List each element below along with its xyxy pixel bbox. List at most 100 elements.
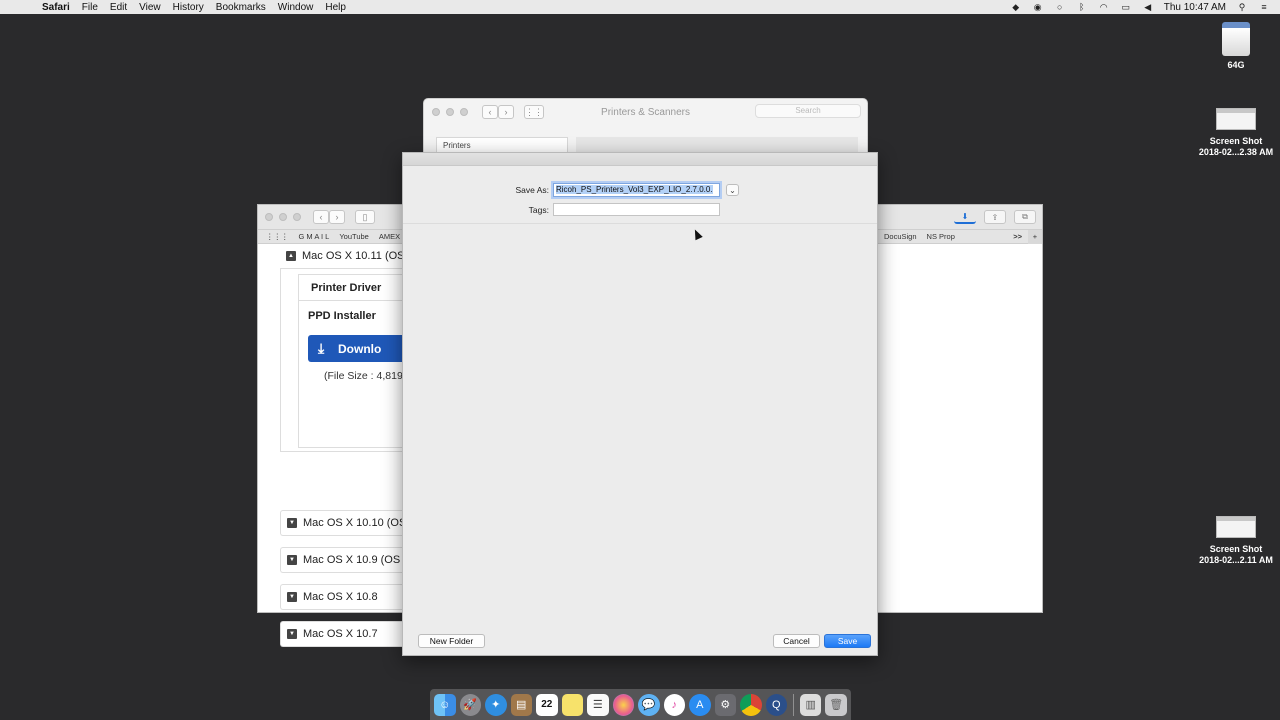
favorite-youtube[interactable]: YouTube (339, 232, 368, 241)
finder-icon[interactable]: ☺ (434, 693, 456, 716)
minimize-window-icon[interactable] (279, 213, 287, 221)
spotlight-icon[interactable]: ⚲ (1236, 2, 1248, 12)
screenshot-2-date: 2018-02...2.11 AM (1199, 555, 1273, 565)
save-as-field[interactable]: Ricoh_PS_Printers_Vol3_EXP_LIO_2.7.0.0. (553, 183, 720, 197)
favorites-overflow-button[interactable]: >> (1013, 232, 1022, 241)
os-row-label: Mac OS X 10.10 (OS (303, 517, 407, 529)
os-row-10-8[interactable]: ▼ Mac OS X 10.8 (280, 584, 420, 610)
sidebar-icon[interactable]: ▯ (355, 210, 375, 224)
quicktime-icon[interactable]: Q (765, 693, 787, 716)
itunes-icon[interactable]: ♪ (663, 693, 685, 716)
menu-history[interactable]: History (167, 2, 210, 13)
launchpad-icon[interactable]: 🚀 (459, 693, 481, 716)
menu-edit[interactable]: Edit (104, 2, 133, 13)
menu-bar: Safari File Edit View History Bookmarks … (0, 0, 1280, 14)
dock-separator (793, 693, 794, 716)
favorites-grid-icon[interactable]: ⋮⋮⋮ (266, 232, 289, 241)
tags-row: Tags: (403, 203, 720, 216)
os-section-header[interactable]: ▲ Mac OS X 10.11 (OS (280, 244, 420, 268)
cancel-button[interactable]: Cancel (773, 634, 820, 648)
circle-icon[interactable]: ○ (1054, 2, 1066, 12)
reminders-icon[interactable]: ☰ (587, 693, 609, 716)
menu-app-name[interactable]: Safari (36, 2, 76, 13)
expand-dialog-button[interactable]: ⌄ (726, 184, 739, 196)
calendar-day: 22 (541, 699, 553, 710)
desktop-disk[interactable]: 64G (1206, 22, 1266, 71)
tags-field[interactable] (553, 203, 720, 216)
close-window-icon[interactable] (265, 213, 273, 221)
record-icon[interactable]: ◉ (1032, 2, 1044, 12)
tabs-overview-icon[interactable]: ⧉ (1014, 210, 1036, 224)
new-tab-plus-icon[interactable]: + (1028, 229, 1042, 244)
download-arrow-icon: ⤓ (318, 340, 325, 356)
downloads-icon[interactable]: ⬇ (954, 210, 976, 224)
trash-icon[interactable]: 🗑 (825, 693, 847, 716)
notification-center-icon[interactable]: ≡ (1258, 2, 1270, 12)
stickies-icon[interactable] (561, 693, 583, 716)
os-row-label: Mac OS X 10.7 (303, 628, 378, 640)
bluetooth-icon[interactable]: ᛒ (1076, 2, 1088, 12)
printers-search-field[interactable]: Search (755, 104, 861, 118)
screenshot-1-name: Screen Shot (1209, 136, 1263, 146)
airplay-icon[interactable]: ▭ (1120, 2, 1132, 12)
os-section-title: Mac OS X 10.11 (OS (302, 250, 405, 262)
os-row-label: Mac OS X 10.9 (OS X (303, 554, 411, 566)
desktop-screenshot-1[interactable]: Screen Shot 2018-02...2.38 AM (1196, 108, 1276, 158)
chrome-icon[interactable] (740, 693, 762, 716)
favorite-ns-prop[interactable]: NS Prop (927, 232, 955, 241)
close-window-icon[interactable] (432, 108, 440, 116)
minimize-window-icon[interactable] (446, 108, 454, 116)
zoom-window-icon[interactable] (293, 213, 301, 221)
expand-icon: ▼ (287, 592, 297, 602)
menu-clock[interactable]: Thu 10:47 AM (1164, 2, 1226, 13)
collapse-icon: ▲ (286, 251, 296, 261)
show-all-icon[interactable]: ⋮⋮ (524, 105, 544, 119)
menu-view[interactable]: View (133, 2, 167, 13)
back-icon[interactable]: ‹ (482, 105, 498, 119)
menu-help[interactable]: Help (319, 2, 352, 13)
expand-icon: ▼ (287, 629, 297, 639)
os-row-label: Mac OS X 10.8 (303, 591, 378, 603)
tags-label: Tags: (528, 204, 549, 215)
app-store-icon[interactable]: A (689, 693, 711, 716)
sheet-top-bar (403, 153, 877, 166)
os-row-10-7[interactable]: ▼ Mac OS X 10.7 (280, 621, 420, 647)
wifi-icon[interactable]: ◠ (1098, 2, 1110, 12)
driver-panel: Printer Driver PPD Installer ⤓ Downlo (F… (280, 268, 428, 452)
new-folder-button[interactable]: New Folder (418, 634, 485, 648)
forward-icon[interactable]: › (498, 105, 514, 119)
os-row-10-10[interactable]: ▼ Mac OS X 10.10 (OS (280, 510, 420, 536)
printers-list-header[interactable]: Printers (436, 137, 568, 153)
disk-icon (1222, 22, 1250, 56)
dropbox-icon[interactable]: ◆ (1010, 2, 1022, 12)
favorite-gmail[interactable]: G M A I L (299, 232, 330, 241)
calendar-icon[interactable]: 22 (536, 693, 558, 716)
documents-icon[interactable]: ▥ (799, 693, 822, 716)
desktop-screenshot-2[interactable]: Screen Shot 2018-02...2.11 AM (1196, 516, 1276, 566)
screenshot-1-date: 2018-02...2.38 AM (1198, 147, 1274, 157)
save-as-label: Save As: (515, 185, 549, 195)
dock: ☺ 🚀 ✦ ▤ 22 ☰ 💬 ♪ A ⚙ Q ▥ 🗑 (430, 689, 851, 720)
menu-window[interactable]: Window (272, 2, 320, 13)
menu-file[interactable]: File (76, 2, 104, 13)
favorite-docusign[interactable]: DocuSign (884, 232, 917, 241)
back-icon[interactable]: ‹ (313, 210, 329, 224)
favorite-amex[interactable]: AMEX (379, 232, 400, 241)
ppd-installer-label: PPD Installer (308, 310, 376, 322)
save-as-filename: Ricoh_PS_Printers_Vol3_EXP_LIO_2.7.0.0. (556, 185, 713, 194)
share-icon[interactable]: ⇪ (984, 210, 1006, 224)
safari-icon[interactable]: ✦ (485, 693, 507, 716)
zoom-window-icon[interactable] (460, 108, 468, 116)
save-button[interactable]: Save (824, 634, 871, 648)
disk-label: 64G (1227, 60, 1245, 70)
forward-icon[interactable]: › (329, 210, 345, 224)
menu-bookmarks[interactable]: Bookmarks (210, 2, 272, 13)
system-preferences-icon[interactable]: ⚙ (714, 693, 736, 716)
photos-icon[interactable] (612, 693, 634, 716)
screenshot-thumbnail-icon (1216, 108, 1256, 130)
os-row-10-9[interactable]: ▼ Mac OS X 10.9 (OS X (280, 547, 420, 573)
volume-icon[interactable]: ◀ (1142, 2, 1154, 12)
file-size-text: (File Size : 4,819 (324, 370, 403, 382)
notes-icon[interactable]: ▤ (510, 693, 532, 716)
messages-icon[interactable]: 💬 (638, 693, 660, 716)
